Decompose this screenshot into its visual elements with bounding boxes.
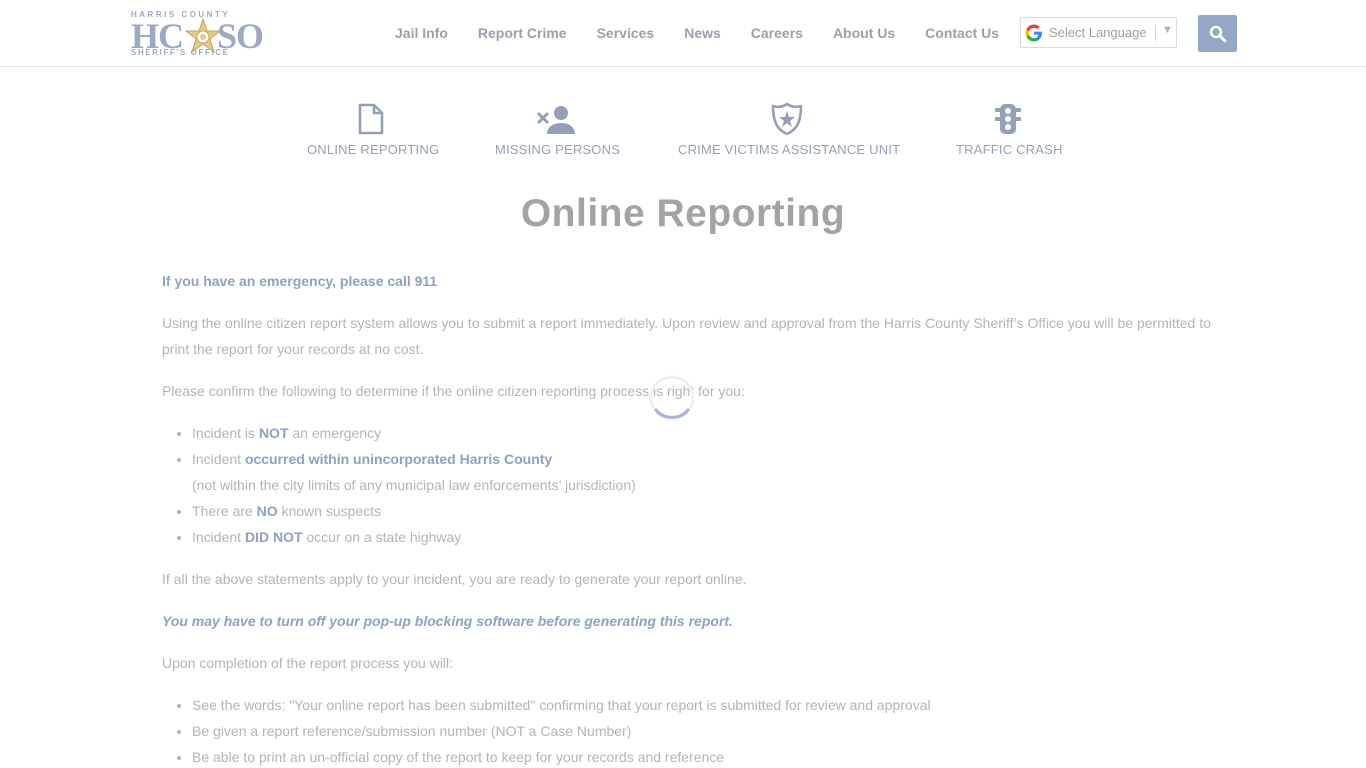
person-remove-icon: [537, 106, 575, 134]
quick-link-crime-victims[interactable]: CRIME VICTIMS ASSISTANCE UNIT: [678, 100, 901, 157]
badge-icon: [771, 102, 803, 136]
criteria-text: occur on a state highway: [302, 529, 462, 545]
list-item: There are NO known suspects: [192, 498, 1222, 524]
quick-link-traffic-crash[interactable]: TRAFFIC CRASH: [956, 100, 1063, 157]
nav-jail-info[interactable]: Jail Info: [395, 25, 448, 41]
list-item: Be able to print an un-official copy of …: [192, 744, 1222, 768]
criteria-text: an emergency: [288, 425, 382, 441]
quick-link-label: TRAFFIC CRASH: [956, 142, 1063, 157]
quick-link-missing-persons[interactable]: MISSING PERSONS: [495, 100, 621, 157]
loading-spinner-icon: [649, 375, 695, 421]
chevron-down-icon: ▼: [1162, 24, 1173, 36]
list-item: Incident occurred within unincorporated …: [192, 446, 1222, 498]
quick-links: ONLINE REPORTING MISSING PERSONS CRIME V…: [0, 100, 1366, 170]
criteria-emphasis: DID NOT: [244, 529, 303, 545]
criteria-text: known suspects: [277, 503, 382, 519]
google-icon: [1025, 24, 1042, 41]
nav-contact-us[interactable]: Contact Us: [925, 25, 999, 41]
list-item: Incident is NOT an emergency: [192, 420, 1222, 446]
nav-careers[interactable]: Careers: [751, 25, 803, 41]
nav-about-us[interactable]: About Us: [833, 25, 895, 41]
criteria-list: Incident is NOT an emergency Incident oc…: [192, 420, 1222, 550]
quick-link-online-reporting[interactable]: ONLINE REPORTING: [307, 100, 440, 157]
document-icon: [358, 103, 383, 135]
language-divider: [1155, 25, 1156, 41]
list-item: See the words: "Your online report has b…: [192, 692, 1222, 718]
main-content: If you have an emergency, please call 91…: [162, 268, 1222, 768]
criteria-emphasis: occurred within unincorporated Harris Co…: [244, 451, 553, 467]
criteria-emphasis: NO: [256, 503, 278, 519]
nav-news[interactable]: News: [684, 25, 721, 41]
search-button[interactable]: [1198, 15, 1237, 52]
emergency-notice: If you have an emergency, please call 91…: [162, 273, 438, 289]
hcso-logo[interactable]: HARRIS COUNTY HC SO SHERIFF'S OFFICE: [131, 10, 271, 57]
criteria-text: Incident: [192, 451, 245, 467]
traffic-light-icon: [994, 104, 1021, 134]
ready-paragraph: If all the above statements apply to you…: [162, 571, 747, 587]
nav-services[interactable]: Services: [597, 25, 655, 41]
nav-report-crime[interactable]: Report Crime: [478, 25, 567, 41]
main-nav: Jail Info Report Crime Services News Car…: [380, 0, 1014, 66]
completion-paragraph: Upon completion of the report process yo…: [162, 655, 454, 671]
criteria-note: (not within the city limits of any munic…: [192, 477, 636, 493]
completion-list: See the words: "Your online report has b…: [192, 692, 1222, 768]
logo-bottom-text: SHERIFF'S OFFICE: [131, 48, 230, 57]
search-icon: [1209, 25, 1226, 42]
criteria-emphasis: NOT: [258, 425, 289, 441]
criteria-text: Incident is: [192, 425, 259, 441]
intro-paragraph: Using the online citizen report system a…: [162, 315, 1211, 357]
site-header: HARRIS COUNTY HC SO SHERIFF'S OFFICE Jail…: [0, 0, 1366, 67]
list-item: Be given a report reference/submission n…: [192, 718, 1222, 744]
criteria-text: Incident: [192, 529, 245, 545]
criteria-text: There are: [192, 503, 257, 519]
language-label: Select Language: [1049, 25, 1147, 40]
page-title: Online Reporting: [520, 192, 846, 235]
popup-notice: You may have to turn off your pop-up blo…: [162, 613, 733, 629]
language-select[interactable]: Select Language ▼: [1020, 17, 1177, 48]
list-item: Incident DID NOT occur on a state highwa…: [192, 524, 1222, 550]
quick-link-label: CRIME VICTIMS ASSISTANCE UNIT: [678, 142, 901, 157]
quick-link-label: ONLINE REPORTING: [307, 142, 440, 157]
quick-link-label: MISSING PERSONS: [495, 142, 621, 157]
